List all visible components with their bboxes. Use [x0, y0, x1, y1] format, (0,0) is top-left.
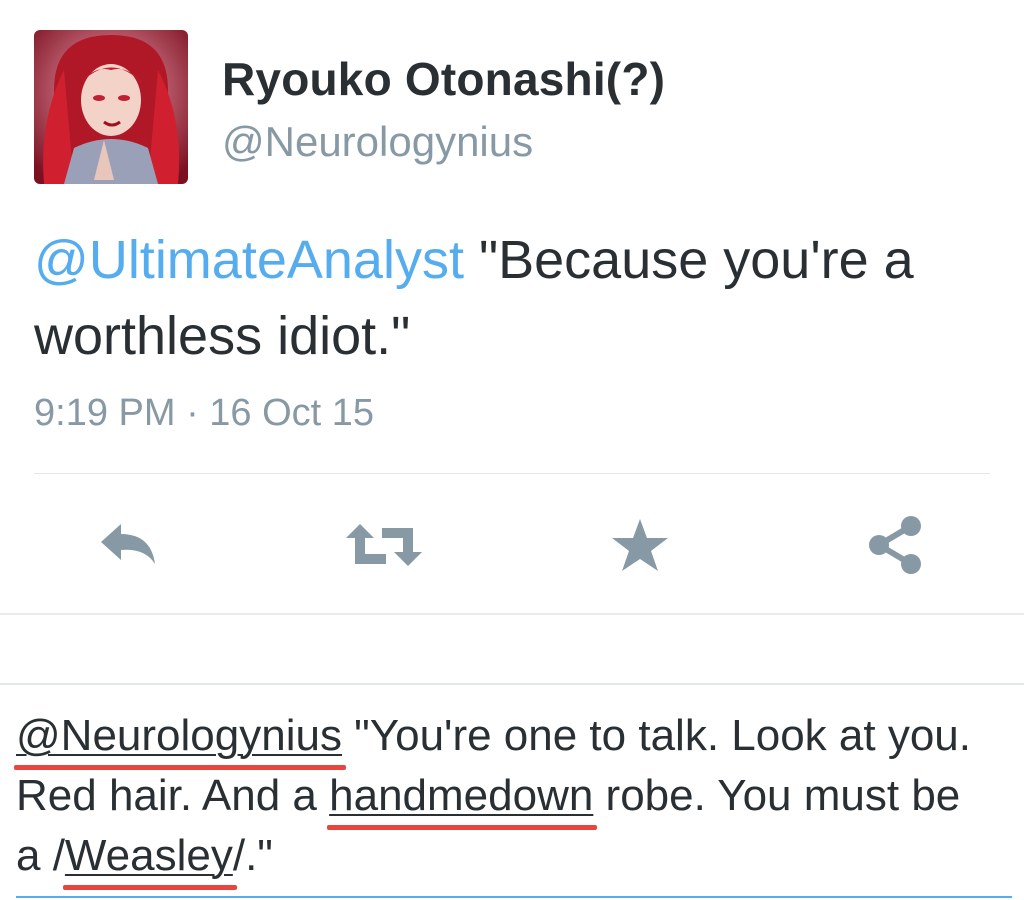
reply-compose-input[interactable]: @Neurologynius "You're one to talk. Look…	[14, 706, 1016, 890]
star-icon	[612, 519, 668, 571]
misspelled-word-weasley[interactable]: Weasley	[62, 831, 237, 890]
user-avatar[interactable]	[34, 30, 188, 184]
reply-seg4: a /	[16, 831, 65, 880]
tweet-actions	[0, 500, 1024, 590]
reply-mention-text: @Neurologynius	[16, 711, 342, 760]
tweet-text-part1: "Because you're a	[463, 230, 914, 290]
reply-button[interactable]	[88, 510, 168, 580]
reply-seg3: robe. You must be	[593, 771, 961, 820]
divider	[34, 473, 990, 474]
tweet-detail: Ryouko Otonashi(?) @Neurologynius @Ultim…	[0, 0, 1024, 614]
compose-focus-underline	[16, 896, 1012, 898]
share-icon	[869, 516, 921, 574]
user-handle[interactable]: @Neurologynius	[222, 118, 533, 166]
tweet-text: @UltimateAnalyst "Because you're a worthl…	[34, 222, 994, 374]
reply-mention: @Neurologynius	[14, 711, 346, 770]
retweet-icon	[346, 524, 422, 566]
compose-top-border	[0, 683, 1024, 685]
display-name[interactable]: Ryouko Otonashi(?)	[222, 52, 665, 106]
red-haired-anime-avatar-icon	[34, 30, 188, 184]
reply-icon	[101, 524, 155, 564]
reply-seg5: /."	[232, 831, 273, 880]
handmedown-text: handmedown	[329, 771, 594, 820]
spellcheck-underline	[14, 765, 346, 770]
favorite-button[interactable]	[600, 510, 680, 580]
spacer	[0, 615, 1024, 683]
reply-seg1: "You're one to talk. Look at you.	[341, 711, 971, 760]
mention-link[interactable]: @UltimateAnalyst	[34, 230, 464, 290]
share-button[interactable]	[856, 510, 936, 580]
reply-seg2: Red hair. And a	[16, 771, 330, 820]
weasley-text: Weasley	[64, 831, 233, 880]
tweet-text-part2: worthless idiot."	[34, 306, 411, 366]
spellcheck-underline	[327, 825, 598, 830]
retweet-button[interactable]	[344, 510, 424, 580]
misspelled-word-handmedown[interactable]: handmedown	[327, 771, 598, 830]
tweet-timestamp[interactable]: 9:19 PM · 16 Oct 15	[34, 392, 374, 435]
spellcheck-underline	[62, 885, 237, 890]
